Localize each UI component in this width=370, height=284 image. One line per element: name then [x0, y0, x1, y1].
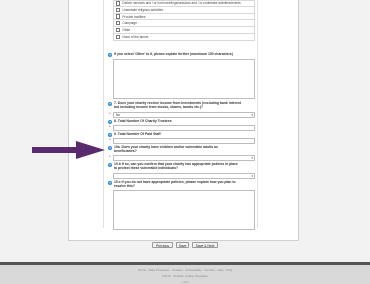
annotation-arrow-icon: [32, 141, 105, 159]
checkbox[interactable]: [116, 14, 121, 19]
checkbox[interactable]: [116, 34, 121, 40]
chevron-down-icon: ▾: [251, 113, 253, 117]
help-icon[interactable]: ?: [108, 53, 112, 57]
chevron-down-icon: ▾: [251, 174, 253, 178]
activity-option[interactable]: None of the above: [113, 33, 255, 41]
previous-button[interactable]: Previous: [152, 242, 173, 248]
help-icon[interactable]: ?: [108, 163, 112, 167]
required-marker: *: [109, 124, 111, 129]
q7-select[interactable]: No ▾: [113, 112, 255, 118]
q9-label: 9. Total Number Of Paid Staff: [114, 132, 161, 136]
activity-option[interactable]: Campaign: [113, 20, 255, 28]
checkbox[interactable]: [116, 1, 121, 6]
q10c-textarea[interactable]: [113, 190, 255, 230]
required-marker: *: [109, 111, 111, 116]
q10b-label: 10.b If so, can you confirm that your ch…: [114, 162, 238, 170]
q10a-label: 10a. Does your charity have children and…: [114, 145, 218, 153]
required-marker: *: [109, 137, 111, 142]
q10b-select[interactable]: ▾: [113, 173, 255, 179]
checkbox[interactable]: [116, 27, 121, 33]
checkbox[interactable]: [116, 21, 121, 26]
chevron-down-icon: ▾: [251, 156, 253, 160]
footer-links[interactable]: Terms · Data Protection · Cookies · Acce…: [0, 268, 370, 272]
help-icon[interactable]: ?: [108, 146, 112, 150]
help-icon[interactable]: ?: [108, 181, 112, 185]
q7-label: 7. Does your charity receive income from…: [114, 101, 242, 109]
save-button[interactable]: Save: [176, 242, 189, 248]
save-next-button[interactable]: Save & Next: [192, 242, 218, 248]
help-icon[interactable]: ?: [108, 102, 112, 106]
other-explain-label: If you select 'Other' to 6, please expla…: [114, 52, 233, 56]
q10c-label: 10.c If you do not have appropriate poli…: [114, 180, 236, 188]
footer-copyright: ©2016 · Scottish Charity Regulator: [161, 274, 209, 278]
activities-checkbox-list: Deliver services and / or hold meetings/…: [113, 0, 255, 41]
footer-version: v 2.0: [181, 280, 189, 284]
q10a-select[interactable]: ▾: [113, 155, 255, 161]
q9-input[interactable]: [113, 138, 255, 144]
q8-label: 8. Total Number Of Charity Trustees: [114, 119, 172, 123]
other-explain-textarea[interactable]: [113, 59, 255, 99]
checkbox[interactable]: [116, 7, 121, 12]
page-footer: Terms · Data Protection · Cookies · Acce…: [0, 262, 370, 284]
q8-input[interactable]: [113, 125, 255, 131]
required-marker: *: [109, 154, 111, 159]
